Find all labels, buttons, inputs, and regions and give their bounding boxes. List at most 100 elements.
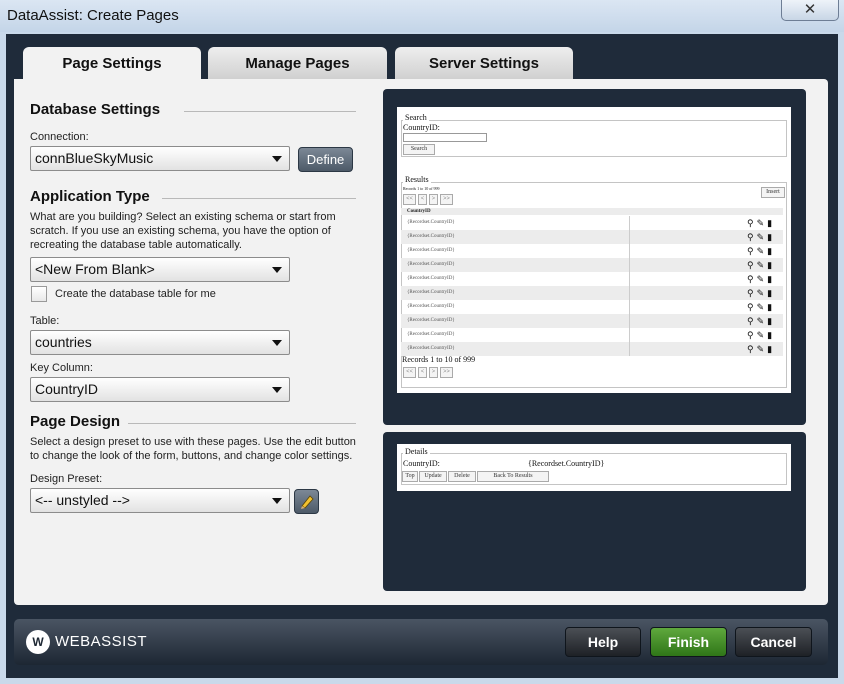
details-legend: Details [403,447,430,456]
create-table-checkbox[interactable] [31,286,47,302]
table-value: countries [35,334,92,350]
search-icon[interactable]: ⚲ [747,288,757,298]
table-select[interactable]: countries [30,330,290,355]
edit-design-button[interactable] [294,489,319,514]
nav-next-button[interactable]: > [429,194,438,205]
edit-icon[interactable]: ✎ [757,260,768,270]
row-cell: {Recordset.CountryID} [407,346,455,351]
design-preset-select[interactable]: <-- unstyled --> [30,488,290,513]
application-type-value: <New From Blank> [35,261,155,277]
search-icon[interactable]: ⚲ [747,302,757,312]
column-separator [629,286,630,300]
dropdown-arrow-icon [272,498,282,504]
define-button[interactable]: Define [298,147,353,172]
delete-icon[interactable]: ▮ [767,232,775,242]
row-cell: {Recordset.CountryID} [407,220,455,225]
edit-icon[interactable]: ✎ [757,218,768,228]
edit-icon[interactable]: ✎ [757,246,768,256]
delete-icon[interactable]: ▮ [767,274,775,284]
delete-button[interactable]: Delete [448,471,476,482]
application-type-select[interactable]: <New From Blank> [30,257,290,282]
delete-icon[interactable]: ▮ [767,316,775,326]
nav-prev-button-bottom[interactable]: < [418,367,427,378]
section-divider [128,423,356,424]
delete-icon[interactable]: ▮ [767,246,775,256]
edit-icon[interactable]: ✎ [757,232,768,242]
delete-icon[interactable]: ▮ [767,330,775,340]
results-preview-paper: Search CountryID: Search Results Records… [397,107,791,393]
key-column-label: Key Column: [30,362,93,374]
row-cell: {Recordset.CountryID} [407,234,455,239]
dropdown-arrow-icon [272,156,282,162]
key-column-select[interactable]: CountryID [30,377,290,402]
insert-preview-button[interactable]: Insert [761,187,785,198]
cancel-button[interactable]: Cancel [735,627,812,657]
search-icon[interactable]: ⚲ [747,232,757,242]
search-icon[interactable]: ⚲ [747,316,757,326]
connection-select[interactable]: connBlueSkyMusic [30,146,290,171]
search-icon[interactable]: ⚲ [747,218,757,228]
update-button[interactable]: Update [419,471,447,482]
search-icon[interactable]: ⚲ [747,260,757,270]
details-page-preview: Details CountryID: {Recordset.CountryID}… [383,432,806,591]
dropdown-arrow-icon [272,387,282,393]
section-divider [184,111,356,112]
nav-next-button-bottom[interactable]: > [429,367,438,378]
webassist-logo-icon: W [26,630,50,654]
column-separator [629,244,630,258]
search-field-input[interactable] [403,133,487,142]
search-icon[interactable]: ⚲ [747,274,757,284]
tab-manage-pages[interactable]: Manage Pages [208,47,387,80]
table-row: {Recordset.CountryID} ⚲✎▮ [401,328,783,342]
table-row: {Recordset.CountryID} ⚲✎▮ [401,342,783,356]
column-separator [629,258,630,272]
tab-label: Server Settings [428,55,540,72]
results-header-row: CountryID [401,208,783,215]
create-table-label: Create the database table for me [55,288,216,300]
row-actions: ⚲✎▮ [747,258,775,272]
details-preview-paper: Details CountryID: {Recordset.CountryID}… [397,444,791,491]
close-button[interactable]: ✕ [781,0,839,21]
delete-icon[interactable]: ▮ [767,218,775,228]
search-preview-button[interactable]: Search [403,144,435,155]
delete-icon[interactable]: ▮ [767,260,775,270]
edit-icon[interactable]: ✎ [757,288,768,298]
search-icon[interactable]: ⚲ [747,344,757,354]
nav-first-button-bottom[interactable]: << [403,367,416,378]
row-actions: ⚲✎▮ [747,244,775,258]
section-divider [162,198,356,199]
top-button[interactable]: Top [402,471,418,482]
nav-first-button[interactable]: << [403,194,416,205]
application-type-title: Application Type [30,188,150,205]
row-actions: ⚲✎▮ [747,216,775,230]
search-icon[interactable]: ⚲ [747,330,757,340]
tab-label: Page Settings [62,55,162,72]
finish-button[interactable]: Finish [650,627,727,657]
results-page-preview: Search CountryID: Search Results Records… [383,89,806,425]
back-to-results-button[interactable]: Back To Results [477,471,549,482]
tab-label: Manage Pages [245,55,350,72]
window-titlebar: DataAssist: Create Pages ✕ [0,0,844,32]
page-design-title: Page Design [30,413,121,430]
edit-icon[interactable]: ✎ [757,274,768,284]
column-separator [629,342,630,356]
edit-icon[interactable]: ✎ [757,330,768,340]
edit-icon[interactable]: ✎ [757,316,768,326]
search-icon[interactable]: ⚲ [747,246,757,256]
delete-icon[interactable]: ▮ [767,344,775,354]
delete-icon[interactable]: ▮ [767,302,775,312]
help-button[interactable]: Help [565,627,641,657]
delete-icon[interactable]: ▮ [767,288,775,298]
tab-server-settings[interactable]: Server Settings [395,47,573,80]
nav-last-button[interactable]: >> [440,194,453,205]
column-separator [629,328,630,342]
edit-icon[interactable]: ✎ [757,344,768,354]
tab-page-settings[interactable]: Page Settings [23,47,201,82]
edit-icon[interactable]: ✎ [757,302,768,312]
row-cell: {Recordset.CountryID} [407,304,455,309]
records-small-text: Records 1 to 10 of 999 [403,186,440,191]
details-field-label: CountryID: [403,459,440,468]
row-actions: ⚲✎▮ [747,300,775,314]
nav-prev-button[interactable]: < [418,194,427,205]
nav-last-button-bottom[interactable]: >> [440,367,453,378]
